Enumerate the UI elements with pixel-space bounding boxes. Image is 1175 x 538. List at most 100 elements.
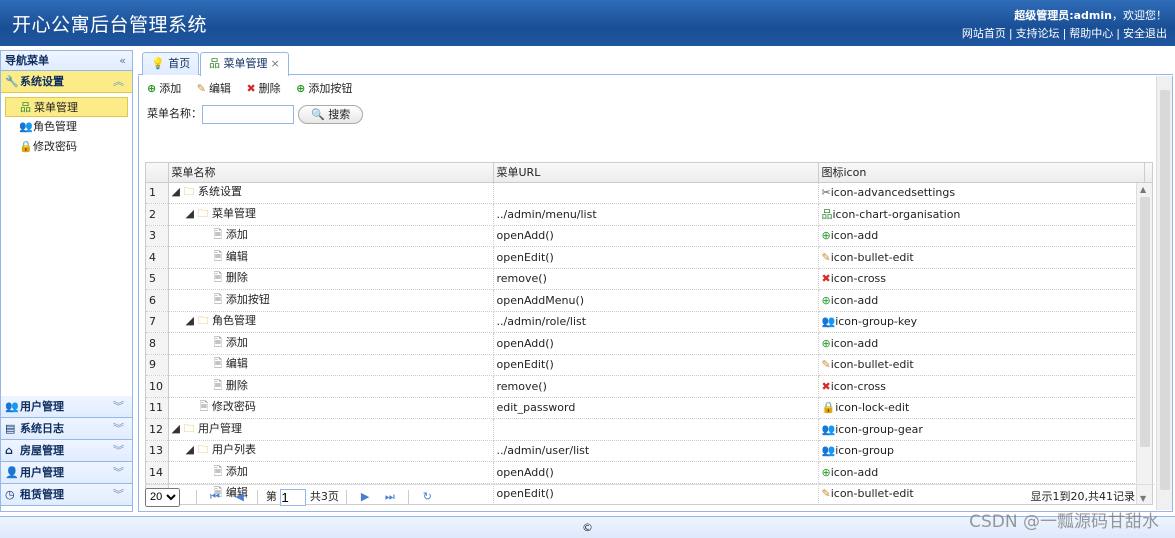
icon-class-text: icon-group-gear [835, 422, 923, 436]
close-icon[interactable]: × [271, 57, 280, 70]
expand-toggle-icon[interactable]: ◢ [186, 443, 198, 456]
link-forum[interactable]: 支持论坛 [1016, 27, 1060, 40]
accordion-system-log[interactable]: ▤ 系统日志 ︾ [1, 418, 132, 440]
table-row[interactable]: 6 🗎 添加按钮 openAddMenu() ⊕icon-add [146, 289, 1152, 312]
header-menu-url[interactable]: 菜单URL [493, 163, 819, 183]
cell-menu-name: 🗎 添加 [168, 461, 494, 484]
link-logout[interactable]: 安全退出 [1123, 27, 1167, 40]
file-icon: 🗎 [213, 271, 223, 285]
cell-menu-url: remove() [493, 375, 819, 398]
table-row[interactable]: 14 🗎 添加 openAdd() ⊕icon-add [146, 461, 1152, 484]
table-row[interactable]: 4 🗎 编辑 openEdit() ✎icon-bullet-edit [146, 246, 1152, 269]
grid-scroll-thumb[interactable] [1140, 197, 1150, 447]
row-number: 12 [146, 418, 169, 441]
table-row[interactable]: 5 🗎 删除 remove() ✖icon-cross [146, 268, 1152, 290]
cell-menu-url: ../admin/menu/list [493, 203, 819, 226]
table-row[interactable]: 7 ◢ 🗀 角色管理 ../admin/role/list 👥icon-group-ke… [146, 311, 1152, 333]
tab-home[interactable]: 💡 首页 [142, 52, 200, 75]
collapse-icon[interactable]: « [119, 51, 126, 71]
link-home[interactable]: 网站首页 [962, 27, 1006, 40]
row-number: 3 [146, 225, 169, 247]
folder-icon: 🗀 [183, 421, 195, 435]
cross-icon: ✖ [246, 82, 256, 95]
page-number-input[interactable] [280, 488, 307, 506]
menu-name-input[interactable] [202, 104, 294, 124]
pencil-icon: ✎ [821, 250, 831, 264]
table-row[interactable]: 9 🗎 编辑 openEdit() ✎icon-bullet-edit [146, 354, 1152, 376]
admin-name: 超级管理员:admin [1014, 9, 1112, 22]
table-row[interactable]: 13 ◢ 🗀 用户列表 ../admin/user/list 👥icon-group [146, 440, 1152, 462]
house-icon: ⌂ [5, 444, 13, 457]
expand-toggle-icon[interactable]: ◢ [186, 207, 198, 220]
tab-menu-management[interactable]: 品 菜单管理 × [200, 52, 289, 76]
table-row[interactable]: 12 ◢ 🗀 用户管理 👥icon-group-gear [146, 418, 1152, 441]
nav-item-role-management[interactable]: 👥角色管理 [5, 117, 128, 137]
users-icon: 👥 [5, 400, 19, 413]
menu-name-text: 添加 [225, 228, 248, 242]
menu-name-text: 用户列表 [212, 443, 256, 457]
scroll-up-icon[interactable]: ▲ [1140, 185, 1146, 194]
expand-toggle-icon[interactable]: ◢ [186, 314, 198, 327]
delete-button[interactable]: ✖ 删除 [246, 76, 280, 102]
edit-button[interactable]: ✎ 编辑 [197, 76, 231, 102]
expand-toggle-icon[interactable]: ◢ [172, 422, 184, 435]
table-row[interactable]: 2 ◢ 🗀 菜单管理 ../admin/menu/list 品icon-chart-or… [146, 203, 1152, 226]
table-row[interactable]: 1 ◢ 🗀 系统设置 ✂icon-advancedsettings [146, 182, 1152, 204]
add-icon: ⊕ [296, 82, 306, 95]
header-menu-name[interactable]: 菜单名称 [168, 163, 494, 183]
file-icon: 🗎 [213, 378, 223, 392]
accordion-label: 用户管理 [20, 400, 64, 413]
menu-name-text: 删除 [225, 378, 248, 392]
cell-menu-name: ◢ 🗀 角色管理 [168, 311, 494, 333]
menu-name-text: 角色管理 [212, 314, 256, 328]
cell-menu-name: 🗎 添加按钮 [168, 289, 494, 312]
last-page-icon[interactable]: ⏭ [385, 485, 395, 509]
icon-class-text: icon-bullet-edit [830, 250, 914, 264]
accordion-house-management[interactable]: ⌂ 房屋管理 ︾ [1, 440, 132, 462]
cell-icon: 品icon-chart-organisation [818, 203, 1145, 226]
table-row[interactable]: 11 🗎 修改密码 edit_password 🔒icon-lock-edit [146, 397, 1152, 419]
page-size-select[interactable]: 20 [145, 487, 180, 507]
button-label: 编辑 [208, 82, 231, 95]
chevron-down-icon: ︾ [113, 400, 124, 413]
page-label: 第 [265, 490, 277, 503]
expand-toggle-icon[interactable]: ◢ [172, 185, 184, 198]
accordion-user-management[interactable]: 👥用户管理 ︾ [1, 396, 132, 418]
table-row[interactable]: 10 🗎 删除 remove() ✖icon-cross [146, 375, 1152, 398]
scroll-thumb[interactable] [1160, 90, 1170, 490]
link-help[interactable]: 帮助中心 [1069, 27, 1113, 40]
folder-icon: 🗀 [197, 314, 209, 328]
cell-menu-url: remove() [493, 268, 819, 290]
icon-class-text: icon-add [830, 229, 879, 243]
header-icon[interactable]: 图标icon [818, 163, 1145, 183]
nav-header: 导航菜单 « [1, 51, 132, 71]
next-page-icon[interactable]: ▶ [361, 485, 369, 509]
table-row[interactable]: 3 🗎 添加 openAdd() ⊕icon-add [146, 225, 1152, 247]
table-row[interactable]: 8 🗎 添加 openAdd() ⊕icon-add [146, 332, 1152, 355]
group-key-icon: 👥 [19, 120, 33, 133]
add-menu-button[interactable]: ⊕ 添加按钮 [296, 76, 352, 102]
chevron-down-icon: ︾ [113, 488, 124, 501]
accordion-user-management-2[interactable]: 👤用户管理 ︾ [1, 462, 132, 484]
nav-item-label: 角色管理 [33, 120, 77, 133]
group-gear-icon: 👥 [821, 422, 836, 436]
file-icon: 🗎 [213, 464, 223, 478]
first-page-icon[interactable]: ⏮ [210, 485, 220, 509]
cell-icon: 👥icon-group-gear [818, 418, 1145, 441]
pager-divider [195, 490, 197, 504]
nav-item-label: 菜单管理 [34, 101, 78, 114]
grid-scrollbar[interactable]: ▲ ▼ [1136, 183, 1152, 504]
icon-class-text: icon-bullet-edit [830, 358, 914, 372]
accordion-label: 系统设置 [20, 75, 64, 88]
panel-scrollbar[interactable] [1156, 76, 1172, 510]
accordion-lease-management[interactable]: ◷ 租赁管理 ︾ [1, 484, 132, 506]
search-button[interactable]: 🔍 搜索 [298, 104, 364, 124]
refresh-icon[interactable]: ↻ [423, 485, 432, 509]
welcome-text: 超级管理员:admin，欢迎您！ [1014, 7, 1167, 23]
accordion-label: 房屋管理 [20, 444, 64, 457]
add-button[interactable]: ⊕ 添加 [147, 76, 181, 102]
nav-item-change-password[interactable]: 🔒修改密码 [5, 137, 128, 157]
accordion-system-settings[interactable]: 🔧系统设置 ︽ [1, 71, 132, 93]
nav-item-menu-management[interactable]: 品菜单管理 [5, 97, 128, 117]
prev-page-icon[interactable]: ◀ [235, 485, 243, 509]
